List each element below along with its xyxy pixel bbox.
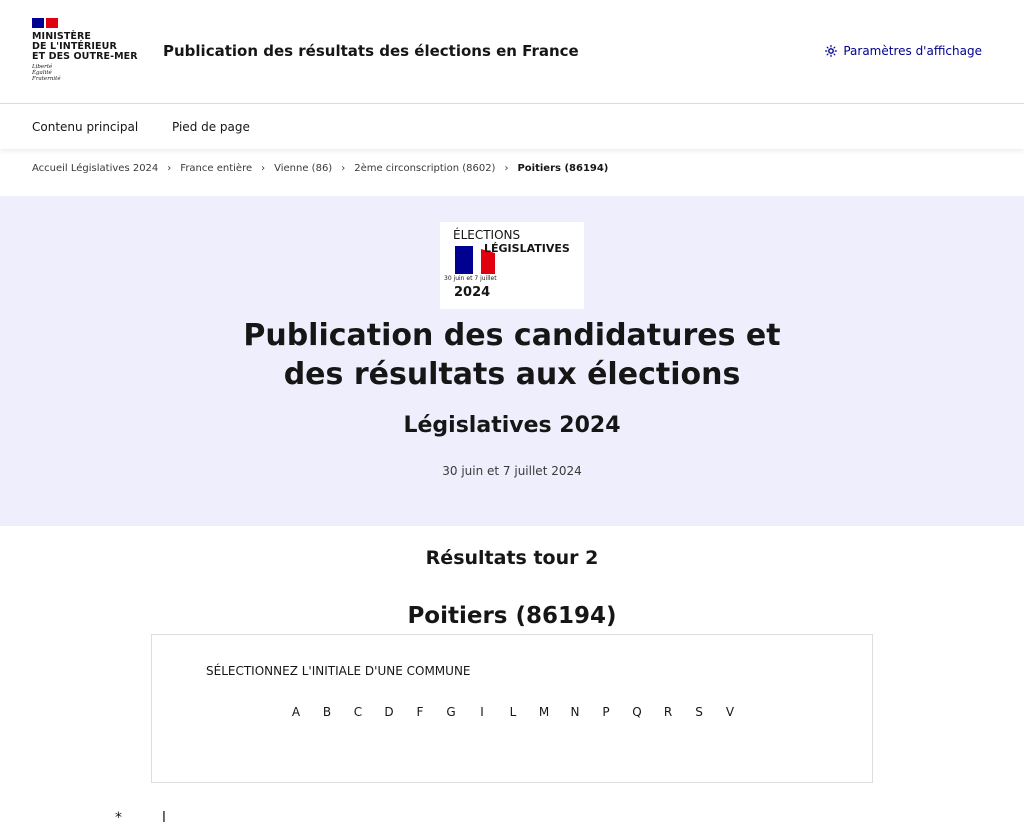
display-settings-label: Paramètres d'affichage (843, 44, 982, 58)
letter-link-s[interactable]: S (684, 705, 715, 719)
letter-link-g[interactable]: G (436, 705, 467, 719)
ministry-name: MINISTÈRE DE L'INTÉRIEUR ET DES OUTRE-ME… (32, 31, 138, 62)
french-flag-icon (32, 18, 58, 28)
badge-line1: ÉLECTIONS (453, 228, 521, 242)
badge-line2: LÉGISLATIVES (484, 242, 570, 255)
display-settings-button[interactable]: Paramètres d'affichage (825, 44, 982, 58)
letter-link-c[interactable]: C (343, 705, 374, 719)
letters-label: SÉLECTIONNEZ L'INITIALE D'UNE COMMUNE (206, 664, 471, 678)
skiplink-main-content[interactable]: Contenu principal (32, 120, 138, 134)
clipped-content: * l (115, 810, 166, 826)
letter-link-p[interactable]: P (591, 705, 622, 719)
page-title-text: Publication des candidatures et des résu… (243, 318, 781, 392)
breadcrumb-item-department[interactable]: Vienne (86) (274, 163, 332, 174)
breadcrumb-item-home[interactable]: Accueil Législatives 2024 (32, 163, 158, 174)
letter-link-d[interactable]: D (374, 705, 405, 719)
elections-badge-logo: ÉLECTIONS LÉGISLATIVES 30 juin et 7 juil… (440, 222, 584, 309)
breadcrumb-item-constituency[interactable]: 2ème circonscription (8602) (354, 163, 495, 174)
election-subtitle: Législatives 2024 (403, 413, 621, 438)
skip-links: Contenu principal Pied de page (0, 104, 1024, 149)
letter-link-m[interactable]: M (529, 705, 560, 719)
commune-title: Poitiers (86194) (407, 603, 617, 629)
site-title[interactable]: Publication des résultats des élections … (163, 42, 579, 60)
skiplink-footer[interactable]: Pied de page (172, 120, 250, 134)
sun-icon (825, 45, 838, 57)
breadcrumb: Accueil Législatives 2024 › France entiè… (32, 163, 608, 174)
round-title: Résultats tour 2 (425, 547, 599, 569)
site-header: MINISTÈRE DE L'INTÉRIEUR ET DES OUTRE-ME… (0, 0, 1024, 104)
chevron-right-icon: › (504, 163, 509, 174)
hero-banner: ÉLECTIONS LÉGISLATIVES 30 juin et 7 juil… (0, 196, 1024, 526)
badge-year: 2024 (454, 285, 491, 300)
chevron-right-icon: › (341, 163, 346, 174)
letter-link-f[interactable]: F (405, 705, 436, 719)
letter-link-b[interactable]: B (312, 705, 343, 719)
letter-link-i[interactable]: I (467, 705, 498, 719)
chevron-right-icon: › (167, 163, 172, 174)
election-dates: 30 juin et 7 juillet 2024 (442, 464, 582, 478)
letter-link-q[interactable]: Q (622, 705, 653, 719)
letter-link-v[interactable]: V (715, 705, 746, 719)
breadcrumb-item-france[interactable]: France entière (180, 163, 252, 174)
chevron-right-icon: › (261, 163, 266, 174)
breadcrumb-current: Poitiers (86194) (517, 163, 609, 174)
letter-link-a[interactable]: A (281, 705, 312, 719)
letter-link-n[interactable]: N (560, 705, 591, 719)
ministry-logo[interactable]: MINISTÈRE DE L'INTÉRIEUR ET DES OUTRE-ME… (32, 18, 138, 82)
letter-link-r[interactable]: R (653, 705, 684, 719)
badge-dates: 30 juin et 7 juillet (444, 275, 497, 282)
republic-motto: Liberté Égalité Fraternité (32, 64, 61, 82)
commune-initial-selector: SÉLECTIONNEZ L'INITIALE D'UNE COMMUNE AB… (151, 634, 873, 783)
page-title: Publication des candidatures et des résu… (0, 316, 1024, 394)
letter-link-l[interactable]: L (498, 705, 529, 719)
letters-list: ABCDFGILMNPQRSV (152, 705, 874, 719)
